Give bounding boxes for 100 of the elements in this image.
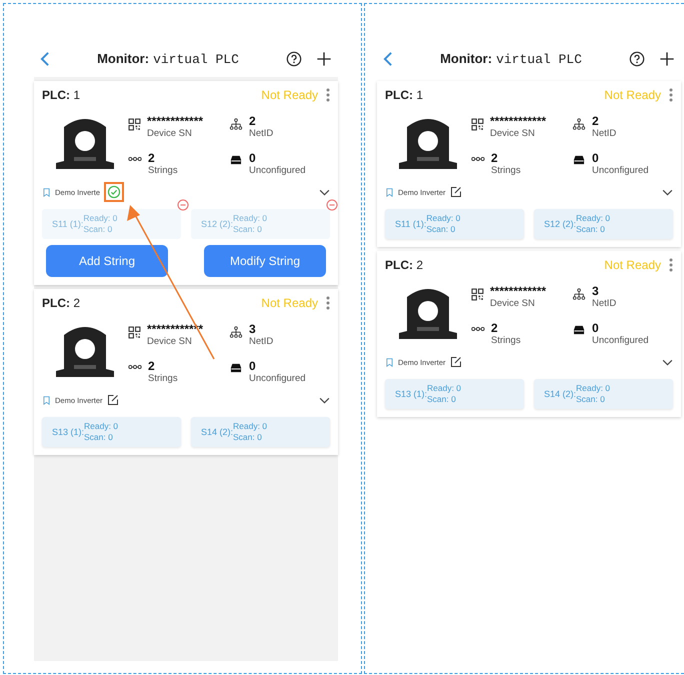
info-label: Device SN: [490, 298, 536, 310]
screen-title: Monitor:: [97, 51, 150, 66]
info-label: NetID: [592, 298, 616, 310]
more-icon: [326, 296, 330, 310]
bookmark-icon: [42, 394, 51, 406]
info-value: 0: [592, 322, 600, 335]
scan-count: Scan: 0: [426, 224, 456, 235]
string-button[interactable]: Add String: [46, 245, 168, 277]
info-value: 2: [148, 152, 156, 165]
plc-title: PLC: 2: [385, 258, 424, 272]
ready-count: Ready: 0: [426, 213, 460, 224]
ready-count: Ready: 0: [576, 213, 610, 224]
info-label: NetID: [592, 128, 616, 140]
info-value: 3: [249, 323, 257, 336]
scan-count: Scan: 0: [233, 432, 263, 443]
info-value: 2: [592, 115, 600, 128]
status-text: Not Ready: [604, 258, 661, 272]
string-name: S13 (1):: [395, 389, 428, 399]
qr-code-icon: [471, 118, 484, 131]
more-icon: [669, 258, 673, 272]
string-name: S14 (2):: [544, 389, 576, 399]
info-value: ************: [147, 115, 204, 128]
info-label: NetID: [249, 128, 274, 140]
info-value: 0: [249, 360, 257, 373]
info-label: Strings: [491, 335, 521, 347]
chain-icon: [128, 155, 142, 163]
scan-count: Scan: 0: [84, 432, 114, 443]
plc-title: PLC: 1: [385, 88, 424, 102]
info-label: Strings: [148, 373, 178, 385]
status-text: Not Ready: [604, 88, 661, 102]
status-text: Not Ready: [261, 88, 318, 102]
remove-icon: [326, 199, 338, 211]
info-label: Unconfigured: [249, 165, 306, 177]
ready-count: Ready: 0: [233, 421, 268, 432]
info-value: ************: [490, 285, 546, 298]
network-tree-icon: [229, 326, 243, 339]
string-name: S14 (2):: [201, 427, 234, 437]
string-name: S12 (2):: [544, 219, 576, 229]
scan-count: Scan: 0: [233, 224, 263, 235]
help-icon: [629, 51, 645, 67]
edit-icon: [450, 186, 462, 198]
device-box-icon: [229, 155, 243, 166]
edit-icon: [106, 394, 119, 406]
plc-title: PLC: 2: [42, 296, 82, 310]
device-name: virtual PLC: [496, 52, 582, 67]
info-label: Unconfigured: [592, 335, 649, 347]
help-icon: [286, 51, 302, 67]
qr-code-icon: [471, 288, 484, 301]
ready-count: Ready: 0: [83, 213, 118, 224]
device-box-icon: [229, 363, 243, 374]
ready-count: Ready: 0: [233, 213, 268, 224]
chevron-down-icon: [662, 188, 673, 196]
chain-icon: [128, 363, 142, 371]
add-icon: [316, 51, 332, 67]
back-icon: [383, 51, 393, 67]
info-label: Device SN: [147, 336, 193, 348]
chain-icon: [471, 325, 485, 333]
info-label: Unconfigured: [249, 373, 306, 385]
info-label: Strings: [148, 165, 178, 177]
device-box-icon: [572, 325, 586, 336]
info-value: 0: [249, 152, 257, 165]
ready-count: Ready: 0: [576, 383, 610, 394]
plc-title: PLC: 1: [42, 88, 82, 102]
status-text: Not Ready: [261, 296, 318, 310]
chain-icon: [471, 155, 485, 163]
ready-count: Ready: 0: [427, 383, 462, 394]
chevron-down-icon: [662, 358, 673, 366]
network-tree-icon: [572, 288, 586, 301]
info-label: Device SN: [490, 128, 536, 140]
edit-icon: [450, 356, 462, 368]
scan-count: Scan: 0: [427, 394, 457, 405]
network-tree-icon: [572, 118, 586, 131]
info-label: NetID: [249, 336, 274, 348]
device-name: virtual PLC: [153, 52, 239, 67]
add-icon: [659, 51, 675, 67]
bookmark-icon: [385, 356, 394, 368]
bookmark-icon: [42, 186, 51, 198]
scan-count: Scan: 0: [576, 224, 606, 235]
info-value: 2: [249, 115, 257, 128]
info-value: 0: [592, 152, 600, 165]
info-label: Device SN: [147, 128, 193, 140]
network-tree-icon: [229, 118, 243, 131]
ready-count: Ready: 0: [84, 421, 118, 432]
more-icon: [669, 88, 673, 102]
more-icon: [326, 88, 330, 102]
qr-code-icon: [128, 326, 141, 339]
info-value: 2: [148, 360, 156, 373]
device-box-icon: [572, 155, 586, 166]
string-name: S11 (1):: [395, 219, 426, 229]
string-name: S13 (1):: [52, 427, 84, 437]
info-value: ************: [490, 115, 546, 128]
screen-title: Monitor:: [440, 51, 492, 66]
info-value: 2: [491, 152, 499, 165]
scan-count: Scan: 0: [83, 224, 114, 235]
info-label: Unconfigured: [592, 165, 649, 177]
bookmark-icon: [385, 186, 394, 198]
string-button[interactable]: Modify String: [204, 245, 326, 277]
remove-icon: [177, 199, 189, 211]
qr-code-icon: [128, 118, 141, 131]
string-name: S11 (1):: [52, 219, 84, 229]
